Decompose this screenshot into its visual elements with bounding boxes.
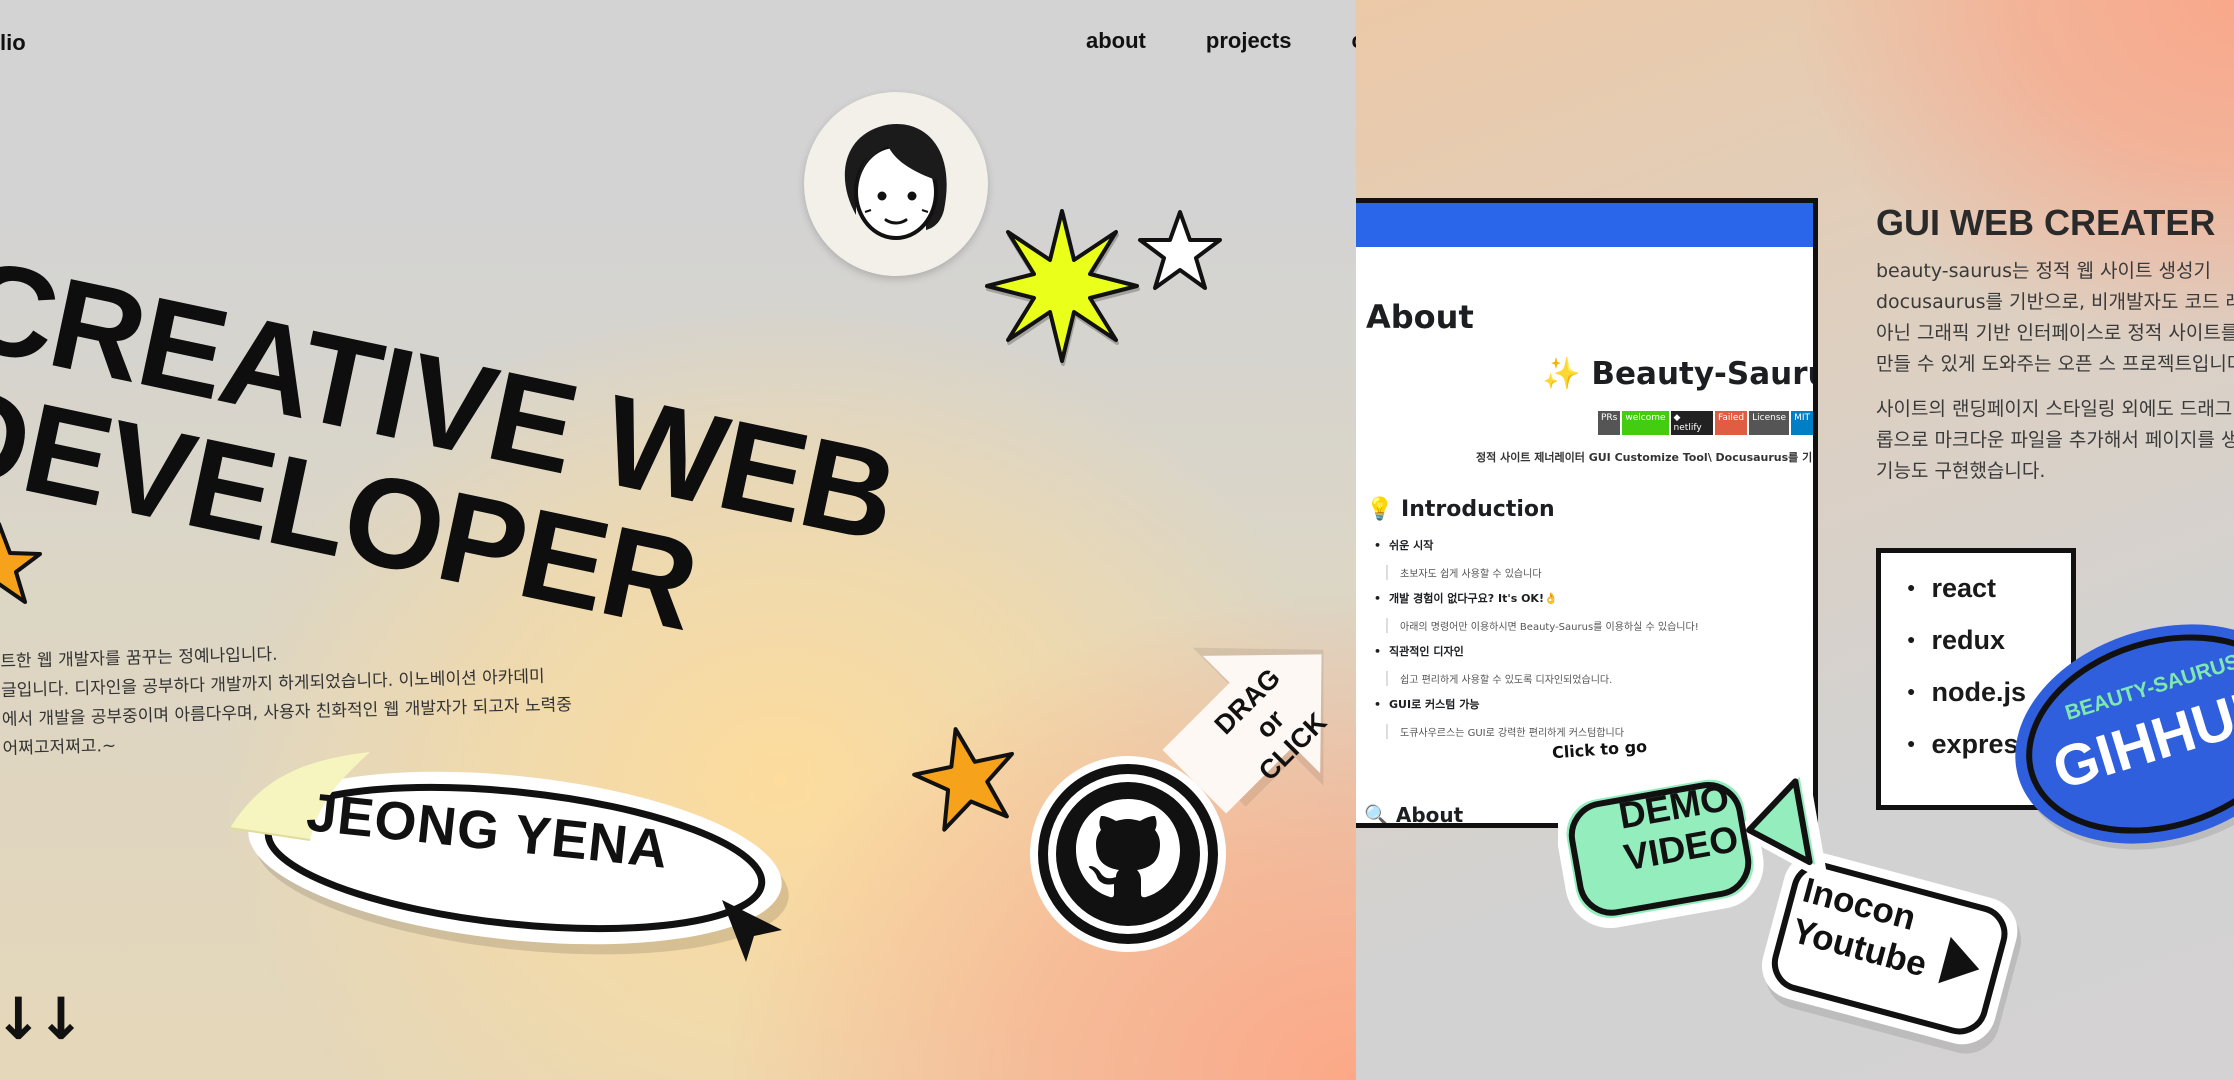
feature-title: 직관적인 디자인	[1374, 643, 1699, 659]
list-item: GUI로 커스텀 가능도큐사우르스는 GUI로 강력한 편리하게 커스텀합니다	[1374, 696, 1699, 739]
badge: Failed	[1715, 411, 1748, 435]
project-section: About ✨ Beauty-Saurus PRs welcome ◆ netl…	[1356, 0, 2234, 1080]
orange-star-icon	[912, 727, 1014, 832]
feature-quote: 아래의 명령어만 이용하시면 Beauty-Saurus를 이용하실 수 있습니…	[1386, 618, 1699, 633]
avatar-face-icon	[844, 124, 947, 240]
yellow-burst-star-icon	[985, 209, 1140, 366]
project-description: beauty-saurus는 정적 웹 사이트 생성기 docusaurus를 …	[1876, 256, 2234, 501]
screenshot-intro-heading: 💡 Introduction	[1366, 497, 1555, 522]
github-icon[interactable]	[1028, 754, 1228, 954]
badge: MIT	[1791, 411, 1813, 435]
badge: welcome	[1622, 411, 1669, 435]
project-description-paragraph: beauty-saurus는 정적 웹 사이트 생성기 docusaurus를 …	[1876, 260, 2234, 375]
feature-quote: 초보자도 쉽게 사용할 수 있습니다	[1386, 565, 1699, 580]
hero-section: lio about projects c CREATIVE WEB DEVELO…	[0, 0, 1356, 1080]
screenshot-badges: PRs welcome ◆ netlify Failed License MIT	[1598, 411, 1813, 435]
screenshot-about-bottom: 🔍 About	[1364, 803, 1464, 827]
feature-quote: 도큐사우르스는 GUI로 강력한 편리하게 커스텀합니다	[1386, 724, 1699, 739]
list-item: 개발 경험이 없다구요? It's OK!👌 아래의 명령어만 이용하시면 Bea…	[1374, 590, 1699, 633]
nav-about[interactable]: about	[1086, 28, 1146, 54]
project-description-paragraph: 사이트의 랜딩페이지 스타일링 외에도 드래그 앤 드롭으로 마크다운 파일을 …	[1876, 398, 2234, 482]
nav-projects[interactable]: projects	[1206, 28, 1292, 54]
screenshot-about-heading: About	[1366, 298, 1474, 336]
feature-title: GUI로 커스텀 가능	[1374, 696, 1699, 712]
list-item: 쉬운 시작초보자도 쉽게 사용할 수 있습니다	[1374, 537, 1699, 580]
screenshot-feature-list: 쉬운 시작초보자도 쉽게 사용할 수 있습니다 개발 경험이 없다구요? It'…	[1374, 537, 1699, 749]
feature-quote: 쉽고 편리하게 사용할 수 있도록 디자인되었습니다.	[1386, 671, 1699, 686]
project-title: GUI WEB CREATER	[1876, 202, 2216, 243]
avatar	[804, 92, 988, 276]
white-star-icon	[1138, 210, 1222, 290]
screenshot-navbar	[1356, 203, 1813, 247]
project-screenshot[interactable]: About ✨ Beauty-Saurus PRs welcome ◆ netl…	[1356, 198, 1818, 828]
orange-star-icon	[0, 522, 42, 604]
feature-title: 쉬운 시작	[1374, 537, 1699, 553]
screenshot-title: ✨ Beauty-Saurus	[1542, 356, 1818, 392]
list-item: 직관적인 디자인쉽고 편리하게 사용할 수 있도록 디자인되었습니다.	[1374, 643, 1699, 686]
badge: ◆ netlify	[1670, 411, 1714, 435]
top-nav: about projects c	[1086, 28, 1356, 54]
screenshot-description: 정적 사이트 제너레이터 GUI Customize Tool\ Docusau…	[1476, 451, 1813, 464]
stack-item: react	[1907, 573, 2071, 604]
logo[interactable]: lio	[0, 30, 26, 56]
hero-title: CREATIVE WEB DEVELOPER	[0, 232, 907, 687]
scroll-down-arrows-icon[interactable]: ↓↓	[0, 985, 85, 1053]
badge: PRs	[1598, 411, 1621, 435]
feature-title: 개발 경험이 없다구요? It's OK!👌	[1374, 590, 1699, 606]
badge: License	[1749, 411, 1790, 435]
